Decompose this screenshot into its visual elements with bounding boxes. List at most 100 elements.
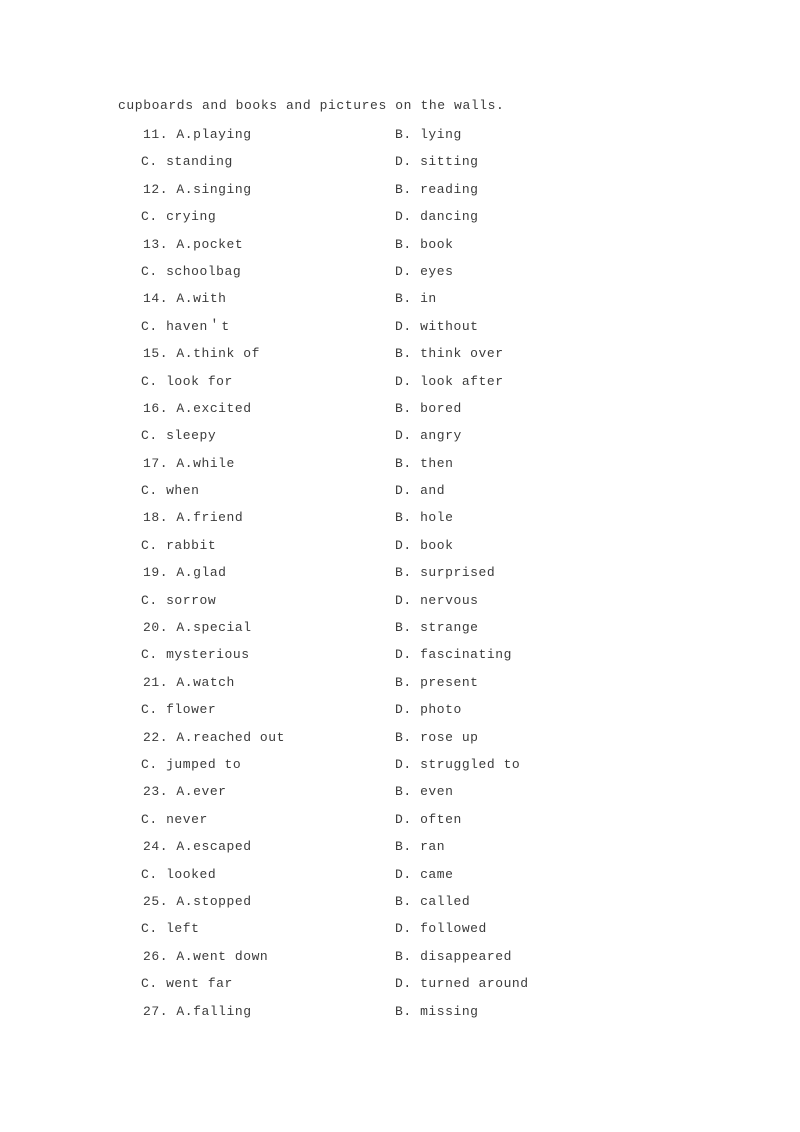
option-d-cell[interactable]: D. without <box>395 318 479 335</box>
option-b-cell[interactable]: B. then <box>395 455 453 472</box>
option-c-text: sorrow <box>166 592 217 608</box>
option-b-text: strange <box>420 620 479 636</box>
option-c-cell[interactable]: C. schoolbag <box>141 263 241 280</box>
option-b-cell[interactable]: B. lying <box>395 126 462 143</box>
option-a-cell[interactable]: 18. A.friend <box>143 509 243 526</box>
option-c-cell[interactable]: C. flower <box>141 701 216 718</box>
option-d-label: D. <box>395 154 412 170</box>
option-a-cell[interactable]: 16. A.excited <box>143 400 252 417</box>
option-a-cell[interactable]: 13. A.pocket <box>143 236 243 253</box>
option-b-cell[interactable]: B. ran <box>395 838 445 855</box>
option-a-label: A. <box>176 236 194 252</box>
option-c-cell[interactable]: C. rabbit <box>141 537 216 554</box>
option-d-cell[interactable]: D. often <box>395 811 462 828</box>
question-row-ab: 13. A.pocket B. book <box>0 236 800 263</box>
option-a-text: think of <box>193 346 260 362</box>
question-row-ab: 24. A.escaped B. ran <box>0 838 800 865</box>
option-a-label: A. <box>176 510 194 526</box>
option-a-cell[interactable]: 15. A.think of <box>143 345 260 362</box>
question-number: 14. <box>143 291 169 307</box>
question-row-ab: 26. A.went down B. disappeared <box>0 948 800 975</box>
option-d-cell[interactable]: D. angry <box>395 427 462 444</box>
option-b-cell[interactable]: B. surprised <box>395 564 495 581</box>
option-c-cell[interactable]: C. jumped to <box>141 756 241 773</box>
option-a-cell[interactable]: 17. A.while <box>143 455 235 472</box>
option-d-cell[interactable]: D. photo <box>395 701 462 718</box>
option-d-label: D. <box>395 921 412 937</box>
option-b-cell[interactable]: B. hole <box>395 509 453 526</box>
option-d-cell[interactable]: D. nervous <box>395 592 479 609</box>
question-row-cd: C. schoolbag D. eyes <box>0 263 800 290</box>
option-d-cell[interactable]: D. book <box>395 537 453 554</box>
option-b-cell[interactable]: B. bored <box>395 400 462 417</box>
option-d-text: look after <box>420 373 504 389</box>
option-d-cell[interactable]: D. and <box>395 482 445 499</box>
option-c-text: sleepy <box>166 428 217 444</box>
option-a-cell[interactable]: 14. A.with <box>143 290 227 307</box>
option-c-cell[interactable]: C. sleepy <box>141 427 216 444</box>
option-b-cell[interactable]: B. in <box>395 290 437 307</box>
option-a-text: while <box>193 455 235 471</box>
option-d-cell[interactable]: D. dancing <box>395 208 479 225</box>
option-d-cell[interactable]: D. followed <box>395 920 487 937</box>
question-number: 27. <box>143 1003 169 1019</box>
option-d-cell[interactable]: D. fascinating <box>395 646 512 663</box>
option-d-cell[interactable]: D. struggled to <box>395 756 520 773</box>
option-c-label: C. <box>141 428 158 444</box>
option-d-cell[interactable]: D. look after <box>395 373 504 390</box>
option-d-text: without <box>420 318 479 334</box>
option-d-text: turned around <box>420 976 529 992</box>
option-b-cell[interactable]: B. disappeared <box>395 948 512 965</box>
option-c-text: haven＇t <box>166 318 230 334</box>
option-a-cell[interactable]: 23. A.ever <box>143 783 227 800</box>
option-a-label: A. <box>176 127 194 142</box>
question-row-cd: C. went far D. turned around <box>0 975 800 1002</box>
option-a-label: A. <box>176 291 194 307</box>
option-d-label: D. <box>395 976 412 992</box>
option-a-cell[interactable]: 11. A.playing <box>143 126 252 143</box>
option-d-cell[interactable]: D. sitting <box>395 153 479 170</box>
option-c-cell[interactable]: C. sorrow <box>141 592 216 609</box>
option-a-cell[interactable]: 24. A.escaped <box>143 838 252 855</box>
question-row-cd: C. standing D. sitting <box>0 153 800 180</box>
option-b-label: B. <box>395 127 412 142</box>
option-d-cell[interactable]: D. eyes <box>395 263 453 280</box>
option-b-cell[interactable]: B. reading <box>395 181 479 198</box>
option-a-cell[interactable]: 20. A.special <box>143 619 252 636</box>
option-d-cell[interactable]: D. turned around <box>395 975 529 992</box>
option-c-cell[interactable]: C. mysterious <box>141 646 250 663</box>
option-b-cell[interactable]: B. think over <box>395 345 504 362</box>
option-c-cell[interactable]: C. when <box>141 482 199 499</box>
option-d-label: D. <box>395 318 412 334</box>
option-b-cell[interactable]: B. even <box>395 783 453 800</box>
option-d-label: D. <box>395 756 412 772</box>
option-a-cell[interactable]: 26. A.went down <box>143 948 268 965</box>
option-c-cell[interactable]: C. left <box>141 920 199 937</box>
option-b-cell[interactable]: B. called <box>395 893 470 910</box>
option-b-cell[interactable]: B. rose up <box>395 729 479 746</box>
option-a-cell[interactable]: 27. A.falling <box>143 1003 252 1020</box>
option-c-cell[interactable]: C. haven＇t <box>141 318 230 335</box>
option-a-cell[interactable]: 22. A.reached out <box>143 729 285 746</box>
option-b-cell[interactable]: B. present <box>395 674 479 691</box>
option-c-cell[interactable]: C. looked <box>141 866 216 883</box>
option-a-text: watch <box>193 674 235 690</box>
option-a-cell[interactable]: 25. A.stopped <box>143 893 252 910</box>
option-b-cell[interactable]: B. book <box>395 236 453 253</box>
option-d-cell[interactable]: D. came <box>395 866 453 883</box>
option-b-cell[interactable]: B. strange <box>395 619 479 636</box>
option-b-text: then <box>420 455 454 471</box>
option-a-cell[interactable]: 21. A.watch <box>143 674 235 691</box>
option-c-cell[interactable]: C. crying <box>141 208 216 225</box>
option-a-text: escaped <box>193 839 252 855</box>
option-c-cell[interactable]: C. never <box>141 811 208 828</box>
option-c-cell[interactable]: C. look for <box>141 373 233 390</box>
option-b-cell[interactable]: B. missing <box>395 1003 479 1020</box>
option-c-cell[interactable]: C. went far <box>141 975 233 992</box>
option-a-text: ever <box>193 784 227 800</box>
option-a-label: A. <box>176 565 194 581</box>
option-a-cell[interactable]: 19. A.glad <box>143 564 227 581</box>
option-c-label: C. <box>141 647 158 663</box>
option-a-cell[interactable]: 12. A.singing <box>143 181 252 198</box>
option-c-cell[interactable]: C. standing <box>141 153 233 170</box>
